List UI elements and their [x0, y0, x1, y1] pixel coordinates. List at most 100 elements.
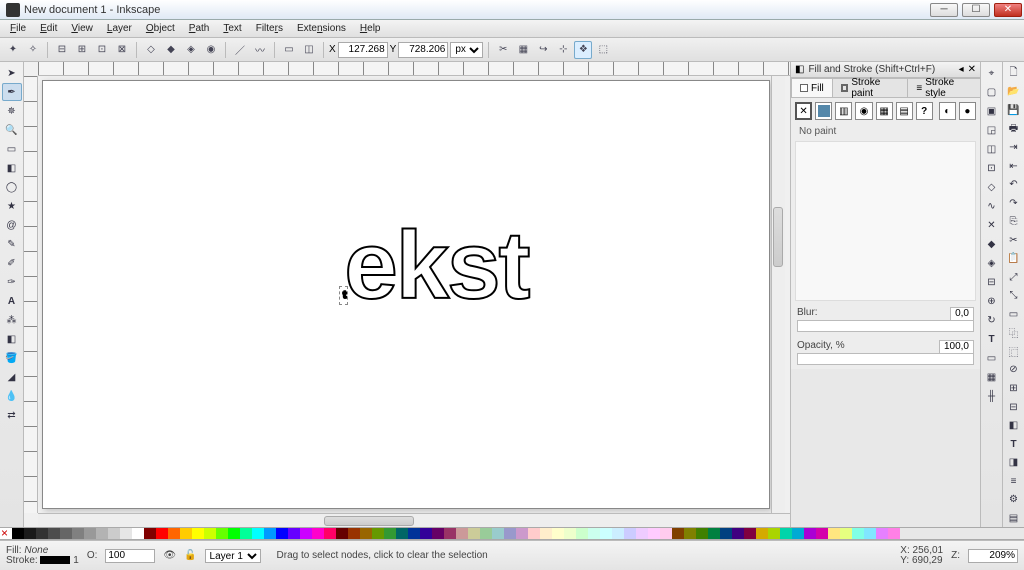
snap-page-icon[interactable]: ▭	[982, 349, 1002, 367]
swatch[interactable]	[888, 528, 900, 540]
connector-tool-icon[interactable]: ⇄	[2, 406, 22, 424]
swatch[interactable]	[876, 528, 888, 540]
prefs-icon[interactable]: ⚙	[1004, 491, 1024, 509]
swatch[interactable]	[156, 528, 168, 540]
swatch[interactable]	[84, 528, 96, 540]
new-doc-icon[interactable]: 🗋	[1004, 64, 1024, 82]
swatch[interactable]	[432, 528, 444, 540]
swatch[interactable]	[228, 528, 240, 540]
swatch[interactable]	[480, 528, 492, 540]
close-button[interactable]: ✕	[994, 3, 1022, 17]
swatch[interactable]	[384, 528, 396, 540]
coord-x-input[interactable]	[338, 42, 388, 58]
swatch[interactable]	[804, 528, 816, 540]
swatch[interactable]	[372, 528, 384, 540]
import-icon[interactable]: ⇥	[1004, 139, 1024, 157]
snap-line-mid-icon[interactable]: ⊟	[982, 273, 1002, 291]
paint-flat-icon[interactable]	[815, 102, 832, 120]
node-join-seg-icon[interactable]: ⊡	[93, 41, 111, 59]
paint-linear-icon[interactable]: ▥	[835, 102, 852, 120]
swatch[interactable]	[204, 528, 216, 540]
layer-select[interactable]: Layer 1	[205, 549, 261, 563]
ungroup-icon[interactable]: ⊟	[1004, 398, 1024, 416]
minimize-button[interactable]: ─	[930, 3, 958, 17]
fill-rule-nonzero-icon[interactable]: ●	[959, 102, 976, 120]
layer-lock-icon[interactable]: 🔓	[184, 550, 196, 561]
swatch[interactable]	[492, 528, 504, 540]
swatch[interactable]	[420, 528, 432, 540]
blur-slider[interactable]	[797, 320, 974, 332]
redo-icon[interactable]: ↷	[1004, 195, 1024, 213]
undo-icon[interactable]: ↶	[1004, 176, 1024, 194]
fill-dialog-icon[interactable]: ◧	[1004, 417, 1024, 435]
calligraphy-tool-icon[interactable]: ✑	[2, 273, 22, 291]
snap-path-icon[interactable]: ∿	[982, 197, 1002, 215]
snap-text-icon[interactable]: T	[982, 330, 1002, 348]
swatch[interactable]	[540, 528, 552, 540]
xml-dialog-icon[interactable]: ◨	[1004, 454, 1024, 472]
swatch[interactable]	[744, 528, 756, 540]
swatch[interactable]	[696, 528, 708, 540]
snap-rotation-icon[interactable]: ↻	[982, 311, 1002, 329]
swatch[interactable]	[396, 528, 408, 540]
zoom-input[interactable]	[968, 549, 1018, 563]
snap-guide-icon[interactable]: ╫	[982, 387, 1002, 405]
open-icon[interactable]: 📂	[1004, 83, 1024, 101]
spiral-tool-icon[interactable]: @	[2, 216, 22, 234]
swatch[interactable]	[72, 528, 84, 540]
menu-view[interactable]: View	[65, 21, 99, 36]
paste-icon[interactable]: 📋	[1004, 250, 1024, 268]
swatch[interactable]	[312, 528, 324, 540]
coord-unit-select[interactable]: px	[450, 42, 483, 58]
transform-handles-icon[interactable]: ⬚	[594, 41, 612, 59]
mask-edit-icon[interactable]: ▦	[514, 41, 532, 59]
snap-cusp-icon[interactable]: ◆	[982, 235, 1002, 253]
swatch[interactable]	[612, 528, 624, 540]
swatch[interactable]	[660, 528, 672, 540]
stroke-indicator-swatch[interactable]	[40, 556, 70, 564]
snap-mid-icon[interactable]: ◫	[982, 140, 1002, 158]
text-dialog-icon[interactable]: T	[1004, 435, 1024, 453]
snap-bbox-icon[interactable]: ▢	[982, 83, 1002, 101]
node-tool-icon[interactable]: ✒	[2, 83, 22, 101]
opacity-slider[interactable]	[797, 353, 974, 365]
fill-rule-evenodd-icon[interactable]: ◐	[939, 102, 956, 120]
seg-line-icon[interactable]: ／	[231, 41, 249, 59]
zoom-draw-icon[interactable]: ⤡	[1004, 287, 1024, 305]
eraser-tool-icon[interactable]: ◧	[2, 330, 22, 348]
canvas[interactable]: tekst	[42, 80, 770, 509]
snap-obj-center-icon[interactable]: ⊕	[982, 292, 1002, 310]
swatch[interactable]	[168, 528, 180, 540]
unlink-icon[interactable]: ⊘	[1004, 361, 1024, 379]
obj-to-path-icon[interactable]: ▭	[280, 41, 298, 59]
swatch[interactable]	[108, 528, 120, 540]
swatch[interactable]	[360, 528, 372, 540]
cut-icon[interactable]: ✂	[1004, 232, 1024, 250]
paint-none-icon[interactable]: ✕	[795, 102, 812, 120]
opacity-value[interactable]: 100,0	[939, 340, 974, 354]
text-tool-icon[interactable]: A	[2, 292, 22, 310]
snap-node-icon[interactable]: ◇	[982, 178, 1002, 196]
swatch[interactable]	[468, 528, 480, 540]
menu-file[interactable]: File	[4, 21, 32, 36]
blur-value[interactable]: 0,0	[950, 307, 974, 321]
swatch[interactable]	[516, 528, 528, 540]
menu-path[interactable]: Path	[183, 21, 216, 36]
swatch[interactable]	[348, 528, 360, 540]
panel-unpin-icon[interactable]: ◂	[959, 64, 964, 75]
swatch[interactable]	[456, 528, 468, 540]
swatch[interactable]	[636, 528, 648, 540]
export-icon[interactable]: ⇤	[1004, 158, 1024, 176]
swatch[interactable]	[132, 528, 144, 540]
swatch[interactable]	[528, 528, 540, 540]
swatch[interactable]	[684, 528, 696, 540]
swatch[interactable]	[648, 528, 660, 540]
menu-help[interactable]: Help	[354, 21, 387, 36]
swatch[interactable]	[792, 528, 804, 540]
star-tool-icon[interactable]: ★	[2, 197, 22, 215]
tweak-tool-icon[interactable]: ✵	[2, 102, 22, 120]
swatch[interactable]	[864, 528, 876, 540]
selector-tool-icon[interactable]: ➤	[2, 64, 22, 82]
node-auto-icon[interactable]: ◉	[202, 41, 220, 59]
zoom-tool-icon[interactable]: 🔍	[2, 121, 22, 139]
